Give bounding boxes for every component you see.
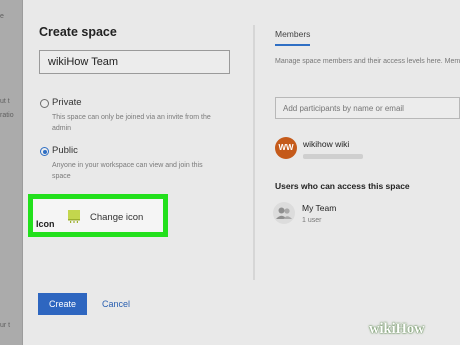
cancel-button[interactable]: Cancel bbox=[102, 299, 130, 309]
create-button[interactable]: Create bbox=[38, 293, 87, 315]
background-text: e bbox=[0, 13, 4, 20]
space-icon-preview-icon[interactable] bbox=[67, 209, 81, 223]
background-text: ur t bbox=[0, 322, 11, 329]
column-divider bbox=[253, 25, 255, 280]
background-text: ratio bbox=[0, 112, 14, 119]
space-name-input[interactable] bbox=[39, 50, 230, 74]
members-description: Manage space members and their access le… bbox=[275, 58, 460, 65]
icon-label: Icon bbox=[36, 219, 55, 229]
dialog-title: Create space bbox=[39, 25, 117, 39]
member-email-redacted bbox=[303, 154, 363, 159]
member-name: wikihow wiki bbox=[303, 139, 350, 149]
avatar: WW bbox=[275, 137, 297, 159]
change-icon-link[interactable]: Change icon bbox=[90, 212, 143, 223]
public-description: Anyone in your workspace can view and jo… bbox=[52, 162, 203, 180]
background-sidebar: e ut t ratio ur t bbox=[0, 0, 23, 345]
private-radio[interactable] bbox=[40, 99, 49, 108]
public-radio[interactable] bbox=[40, 147, 49, 156]
team-name: My Team bbox=[302, 203, 337, 213]
background-text: ut t bbox=[0, 98, 10, 105]
access-heading: Users who can access this space bbox=[275, 181, 410, 191]
team-user-count: 1 user bbox=[302, 217, 322, 224]
private-description: This space can only be joined via an inv… bbox=[52, 114, 211, 132]
wikihow-watermark: wikiHow bbox=[369, 321, 425, 337]
create-space-dialog: Create space Private This space can only… bbox=[23, 0, 460, 345]
public-label[interactable]: Public bbox=[52, 145, 78, 156]
team-users-icon bbox=[273, 202, 295, 224]
tab-members[interactable]: Members bbox=[275, 29, 311, 46]
add-participants-input[interactable] bbox=[275, 97, 460, 119]
private-label[interactable]: Private bbox=[52, 97, 82, 108]
